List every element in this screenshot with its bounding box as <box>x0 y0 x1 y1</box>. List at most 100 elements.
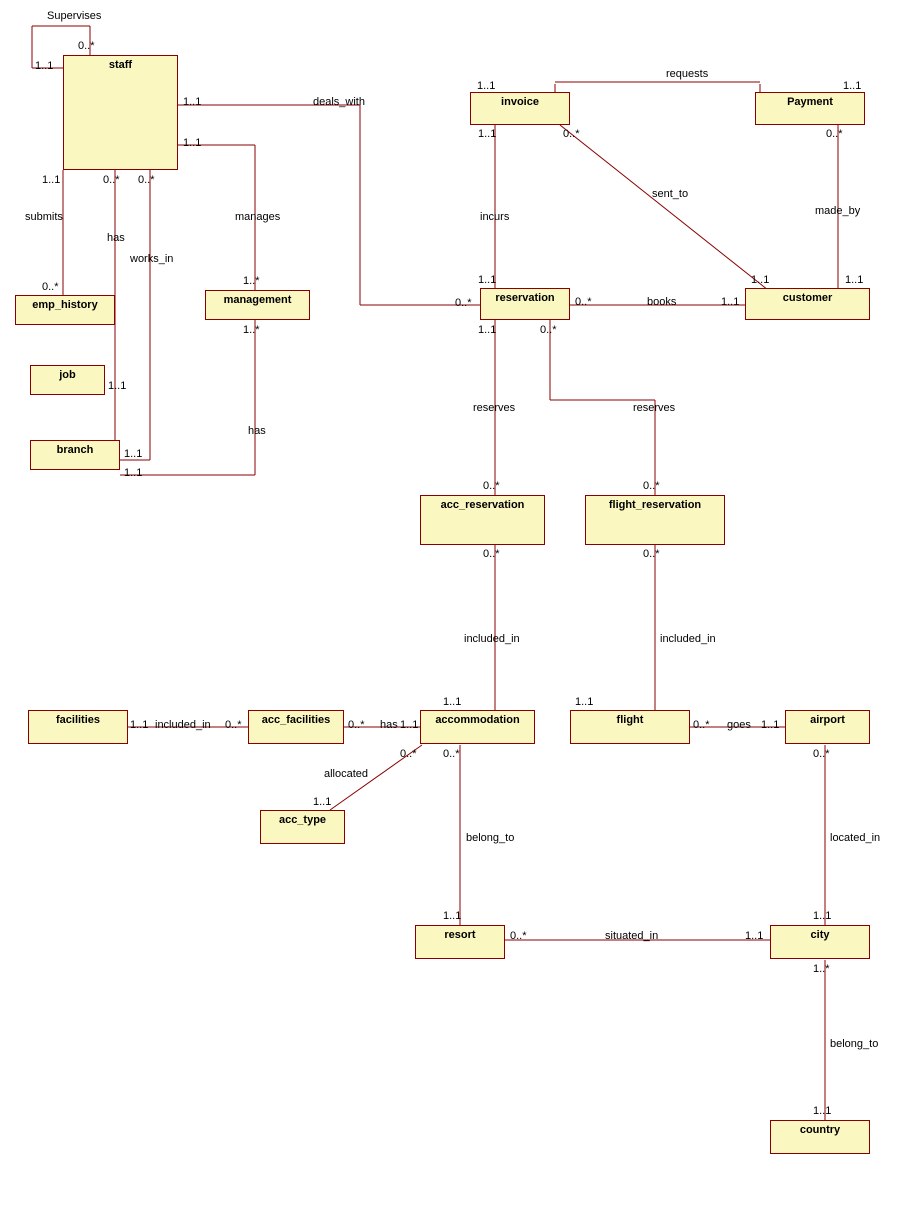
entity-airport[interactable]: airport <box>785 710 870 744</box>
card: 0..* <box>563 128 580 140</box>
card: 1..1 <box>35 60 53 72</box>
rel-belong-city-country: belong_to <box>830 1038 878 1050</box>
entity-acc-reservation[interactable]: acc_reservation <box>420 495 545 545</box>
card: 1..1 <box>183 137 201 149</box>
card: 0..* <box>78 40 95 52</box>
card: 1..1 <box>130 719 148 731</box>
entity-label: city <box>811 929 830 941</box>
card: 1..1 <box>313 796 331 808</box>
entity-reservation[interactable]: reservation <box>480 288 570 320</box>
entity-label: reservation <box>495 292 554 304</box>
card: 1..1 <box>42 174 60 186</box>
card: 1..* <box>243 324 260 336</box>
card: 1..1 <box>813 910 831 922</box>
rel-reserves-flight: reserves <box>633 402 675 414</box>
entity-staff[interactable]: staff <box>63 55 178 170</box>
entity-label: accommodation <box>435 714 519 726</box>
rel-included-fac: included_in <box>155 719 211 731</box>
card: 1..1 <box>845 274 863 286</box>
card: 1..* <box>813 963 830 975</box>
rel-located-in: located_in <box>830 832 880 844</box>
rel-reserves-acc: reserves <box>473 402 515 414</box>
rel-has-staff-branch: has <box>107 232 125 244</box>
card: 0..* <box>483 480 500 492</box>
entity-label: customer <box>783 292 833 304</box>
entity-emp-history[interactable]: emp_history <box>15 295 115 325</box>
rel-submits: submits <box>25 211 63 223</box>
entity-flight-reservation[interactable]: flight_reservation <box>585 495 725 545</box>
entity-management[interactable]: management <box>205 290 310 320</box>
rel-goes: goes <box>727 719 751 731</box>
entity-label: acc_reservation <box>441 499 525 511</box>
card: 1..1 <box>478 128 496 140</box>
card: 1..1 <box>575 696 593 708</box>
card: 1..1 <box>478 274 496 286</box>
card: 0..* <box>42 281 59 293</box>
entity-payment[interactable]: Payment <box>755 92 865 125</box>
card: 0..* <box>540 324 557 336</box>
card: 0..* <box>510 930 527 942</box>
entity-acc-facilities[interactable]: acc_facilities <box>248 710 344 744</box>
entity-country[interactable]: country <box>770 1120 870 1154</box>
entity-label: flight <box>617 714 644 726</box>
card: 1..1 <box>751 274 769 286</box>
card: 1..1 <box>477 80 495 92</box>
entity-branch[interactable]: branch <box>30 440 120 470</box>
card: 1..1 <box>745 930 763 942</box>
card: 0..* <box>443 748 460 760</box>
card: 1..1 <box>478 324 496 336</box>
entity-label: facilities <box>56 714 100 726</box>
rel-allocated: allocated <box>324 768 368 780</box>
rel-belong-accom-resort: belong_to <box>466 832 514 844</box>
entity-flight[interactable]: flight <box>570 710 690 744</box>
card: 1..1 <box>843 80 861 92</box>
entity-accommodation[interactable]: accommodation <box>420 710 535 744</box>
entity-label: Payment <box>787 96 833 108</box>
rel-works-in: works_in <box>130 253 173 265</box>
card: 1..1 <box>124 467 142 479</box>
card: 1..1 <box>443 910 461 922</box>
entity-label: management <box>224 294 292 306</box>
card: 0..* <box>483 548 500 560</box>
card: 0..* <box>138 174 155 186</box>
entity-acc-type[interactable]: acc_type <box>260 810 345 844</box>
entity-label: staff <box>109 59 132 71</box>
entity-city[interactable]: city <box>770 925 870 959</box>
rel-manages: manages <box>235 211 280 223</box>
card: 1..1 <box>400 719 418 731</box>
rel-requests: requests <box>666 68 708 80</box>
entity-label: acc_type <box>279 814 326 826</box>
card: 0..* <box>103 174 120 186</box>
entity-label: invoice <box>501 96 539 108</box>
card: 1..1 <box>108 380 126 392</box>
entity-label: job <box>59 369 76 381</box>
entity-label: acc_facilities <box>262 714 331 726</box>
card: 1..1 <box>721 296 739 308</box>
rel-deals-with: deals_with <box>313 96 365 108</box>
rel-has-accfac-accom: has <box>380 719 398 731</box>
entity-facilities[interactable]: facilities <box>28 710 128 744</box>
card: 0..* <box>643 548 660 560</box>
card: 0..* <box>455 297 472 309</box>
entity-resort[interactable]: resort <box>415 925 505 959</box>
rel-situated-in: situated_in <box>605 930 658 942</box>
card: 0..* <box>225 719 242 731</box>
entity-invoice[interactable]: invoice <box>470 92 570 125</box>
entity-label: flight_reservation <box>609 499 701 511</box>
entity-label: resort <box>444 929 475 941</box>
card: 0..* <box>575 296 592 308</box>
card: 0..* <box>348 719 365 731</box>
entity-job[interactable]: job <box>30 365 105 395</box>
card: 1..1 <box>124 448 142 460</box>
rel-has-mgmt-branch: has <box>248 425 266 437</box>
card: 0..* <box>400 748 417 760</box>
rel-made-by: made_by <box>815 205 860 217</box>
entity-customer[interactable]: customer <box>745 288 870 320</box>
rel-books: books <box>647 296 676 308</box>
card: 1..1 <box>761 719 779 731</box>
entity-label: country <box>800 1124 840 1136</box>
card: 1..1 <box>183 96 201 108</box>
rel-supervises: Supervises <box>47 10 101 22</box>
card: 0..* <box>643 480 660 492</box>
card: 0..* <box>693 719 710 731</box>
